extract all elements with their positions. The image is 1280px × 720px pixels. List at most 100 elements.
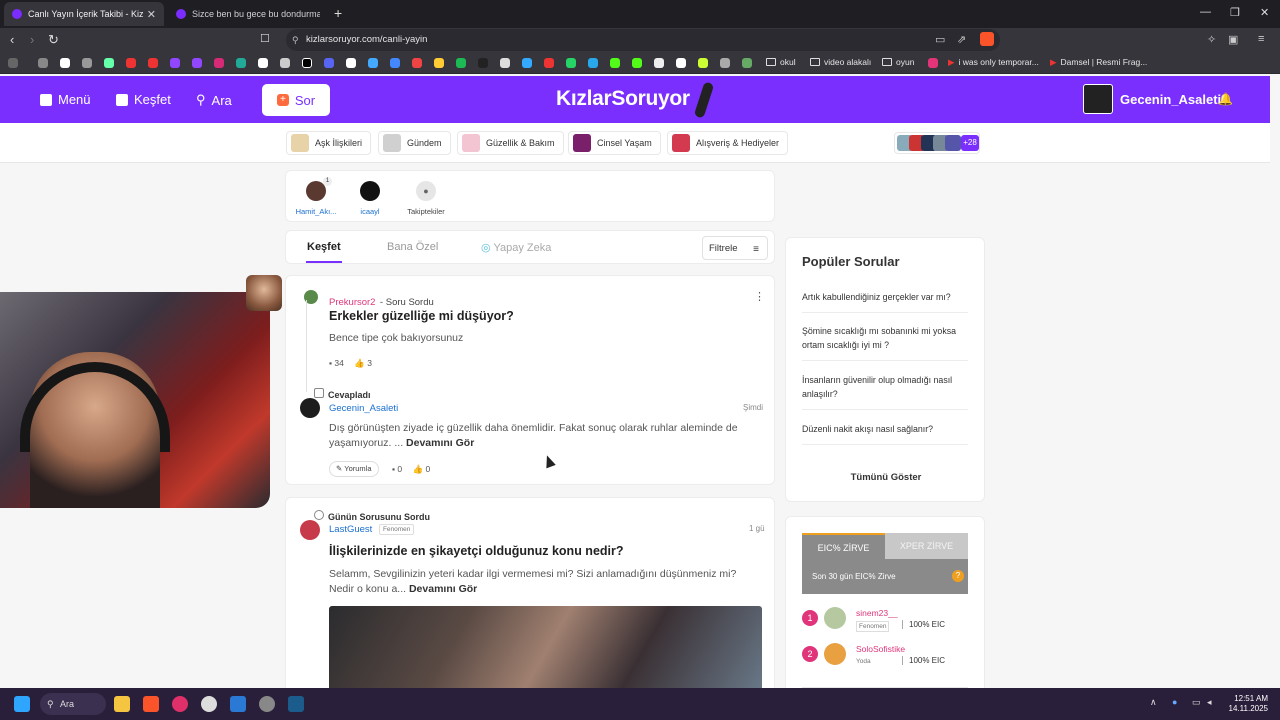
discord-icon[interactable] [324,58,334,68]
site-logo[interactable]: KızlarSoruyor [556,87,690,111]
sidebar-icon[interactable]: ▣ [1228,33,1238,46]
read-more-link[interactable]: Devamını Gör [409,583,477,595]
bookmark-folder-okul[interactable]: okul [766,57,796,67]
avatar[interactable] [1083,84,1113,114]
x-icon[interactable] [258,58,268,68]
tab-explore[interactable]: Keşfet [307,241,341,253]
following-user[interactable]: icaayl [340,181,400,216]
close-tab-icon[interactable]: ✕ [147,8,156,21]
following-user[interactable]: 1 Hamit_Akı... [286,177,346,216]
twitch-icon[interactable] [170,58,180,68]
following-all[interactable]: ● Takiptekiler [396,181,456,216]
category-ask[interactable]: Aşk İlişkileri [286,131,372,155]
tab-ai[interactable]: ◎ Yapay Zeka [481,241,551,254]
search-button[interactable]: ⚲ Ara [196,92,232,108]
bookmark-icon[interactable] [38,58,48,68]
show-all-button[interactable]: Tümünü Göster [786,472,986,483]
bookmark-icon[interactable] [280,58,290,68]
comment-count[interactable]: 34 [334,358,343,368]
read-more-link[interactable]: Devamını Gör [406,437,474,449]
notification-bell-icon[interactable]: 🔔 [1218,92,1233,106]
like-icon[interactable]: 👍 [354,358,365,368]
file-explorer-icon[interactable] [114,696,130,712]
popular-question-link[interactable]: İnsanların güvenilir olup olmadığı nasıl… [802,373,968,410]
bookmark-icon[interactable] [522,58,532,68]
explore-button[interactable]: Keşfet [116,92,171,107]
category-alisveris[interactable]: Alışveriş & Hediyeler [667,131,789,155]
bookmark-folder-oyun[interactable]: oyun [882,57,914,67]
post-author[interactable]: Prekursor2 [329,297,375,308]
clock[interactable]: 12:51 AM 14.11.2025 [1226,694,1268,714]
bookmark-video-1[interactable]: ▶ i was only temporar... [948,57,1039,68]
kick-icon[interactable] [632,58,642,68]
tray-expand-icon[interactable]: ∧ [1150,697,1157,708]
category-cinsel[interactable]: Cinsel Yaşam [568,131,661,155]
category-guzellik[interactable]: Güzellik & Bakım [457,131,564,155]
bookmark-icon[interactable] [346,58,356,68]
question-title[interactable]: Erkekler güzelliğe mi düşüyor? [329,309,514,323]
more-categories[interactable]: +28 [894,132,980,154]
bookmark-icon[interactable] [654,58,664,68]
tab-private[interactable]: Bana Özel [387,241,438,253]
post-author[interactable]: LastGuest Fenomen [329,524,415,535]
leaderboard-user[interactable]: SoloSofistike [856,644,905,654]
bookmark-icon[interactable]: ☐ [260,32,270,45]
twitch-icon[interactable] [192,58,202,68]
drive-icon[interactable] [434,58,444,68]
kick-icon[interactable] [610,58,620,68]
youtube-icon[interactable] [148,58,158,68]
cast-icon[interactable]: ▭ [935,33,945,46]
bookmark-icon[interactable] [390,58,400,68]
youtube-icon[interactable] [126,58,136,68]
menu-button[interactable]: Menü [40,92,91,107]
back-icon[interactable]: ‹ [10,32,14,47]
media-player-icon[interactable] [172,696,188,712]
instagram-icon[interactable] [214,58,224,68]
bookmark-folder-video[interactable]: video alakalı [810,57,871,67]
menu-icon[interactable]: ≡ [1258,33,1264,45]
brave-icon[interactable] [143,696,159,712]
obs-icon[interactable] [259,696,275,712]
url-field[interactable]: ⚲ kizlarsoruyor.com/canli-yayin [286,29,1000,51]
bookmark-icon[interactable] [82,58,92,68]
github-icon[interactable] [500,58,510,68]
popular-question-link[interactable]: Artık kabullendiğiniz gerçekler var mı? [802,290,968,313]
popular-question-link[interactable]: Şömine sıcaklığı mı sobanınki mi yoksa o… [802,324,968,361]
popular-question-link[interactable]: Düzenli nakit akışı nasıl sağlanır? [802,422,968,445]
share-icon[interactable]: ⇗ [957,33,966,46]
bookmark-icon[interactable] [720,58,730,68]
tab-eic-zirve[interactable]: EIC% ZİRVE [802,533,885,559]
question-title[interactable]: İlişkilerinizde en şikayetçi olduğunuz k… [329,544,624,558]
help-icon[interactable]: ? [952,570,964,582]
comment-icon[interactable]: ▪ [392,464,395,474]
extensions-icon[interactable]: ✧ [1207,33,1216,46]
volume-icon[interactable]: ◂ [1207,697,1212,708]
maximize-icon[interactable]: ❐ [1230,6,1240,19]
bookmark-icon[interactable] [478,58,488,68]
browser-tab-active[interactable]: Canlı Yayın İçerik Takibi - KizlarSoruyo… [4,2,164,26]
forward-icon[interactable]: › [30,32,34,47]
reload-icon[interactable]: ↻ [48,32,59,48]
bookmark-icon[interactable] [236,58,246,68]
reply-author[interactable]: Gecenin_Asaleti [329,403,398,414]
browser-tab[interactable]: Sizce ben bu gece bu dondurmayı bi... [168,2,328,26]
avatar[interactable] [824,643,846,665]
tiktok-icon[interactable] [302,58,312,68]
bookmark-icon[interactable] [60,58,70,68]
bookmark-icon[interactable] [676,58,686,68]
avatar[interactable] [300,520,320,540]
close-window-icon[interactable]: ✕ [1260,6,1269,19]
more-options-icon[interactable]: ⋮ [754,290,765,303]
photos-icon[interactable] [230,696,246,712]
telegram-icon[interactable] [588,58,598,68]
gmail-icon[interactable] [412,58,422,68]
steam-icon[interactable] [288,696,304,712]
ask-button[interactable]: + Sor [262,84,330,116]
avatar[interactable] [300,398,320,418]
username[interactable]: Gecenin_Asaleti [1120,92,1221,107]
bookmark-icon[interactable] [544,58,554,68]
brave-shields-icon[interactable] [980,32,994,46]
taskbar-search[interactable]: ⚲ Ara [40,693,106,715]
start-icon[interactable] [14,696,30,712]
apps-icon[interactable] [8,58,18,68]
